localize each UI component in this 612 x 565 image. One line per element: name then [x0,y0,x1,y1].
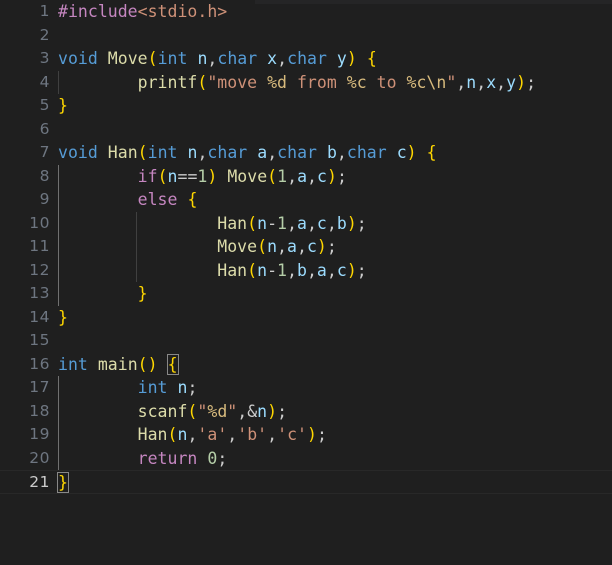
line-number: 13 [29,284,50,302]
line-content: return 0; [137,448,228,468]
line-number: 9 [39,190,50,208]
line-content: Han(n-1,a,c,b); [217,213,367,233]
line-content: else { [137,190,198,209]
line-content: } [58,307,68,327]
code-line[interactable]: 7 void Han(int n,char a,char b,char c) { [0,141,612,165]
line-number: 15 [29,331,50,349]
line-number: 6 [39,119,50,138]
code-line[interactable]: 8 if(n==1) Move(1,a,c); [0,164,612,188]
code-line[interactable]: 11 Move(n,a,c); [0,235,612,259]
line-number: 16 [29,354,50,373]
line-number: 7 [39,143,50,161]
line-content: } [58,96,68,115]
line-content: int n; [137,378,198,397]
line-number: 3 [39,49,50,67]
code-line-active[interactable]: 21 } [0,470,612,494]
code-line[interactable]: 5 } [0,94,612,118]
code-line[interactable]: 17 int n; [0,376,612,400]
line-content: Han(n,'a','b','c'); [137,425,327,444]
line-content: Han(n-1,b,a,c); [217,260,367,280]
code-line[interactable]: 19 Han(n,'a','b','c'); [0,423,612,447]
line-content: Move(n,a,c); [217,237,337,256]
line-content: if(n==1) Move(1,a,c); [137,166,347,186]
code-line[interactable]: 13 } [0,282,612,306]
code-line[interactable]: 6 [0,118,612,142]
line-number: 19 [29,425,50,443]
line-content: } [137,284,148,303]
line-number: 4 [39,72,50,91]
line-content: } [57,471,69,495]
line-content: printf("move %d from %c to %c\n",n,x,y); [137,72,537,92]
bracket-match-open: { [166,353,179,375]
line-number: 10 [29,213,50,232]
code-line[interactable]: 16 int main() { [0,353,612,377]
code-editor[interactable]: 1 #include<stdio.h> 2 3 void Move(int n,… [0,0,612,548]
code-line[interactable]: 20 return 0; [0,446,612,470]
code-line[interactable]: 4 printf("move %d from %c to %c\n",n,x,y… [0,70,612,94]
line-number: 20 [29,448,50,467]
line-content: void Han(int n,char a,char b,char c) { [58,143,437,162]
code-line[interactable]: 15 [0,329,612,353]
line-content: #include<stdio.h> [58,2,228,21]
line-content: int main() { [58,353,179,375]
code-line[interactable]: 1 #include<stdio.h> [0,0,612,24]
code-line[interactable]: 12 Han(n-1,b,a,c); [0,258,612,282]
line-number: 17 [29,378,50,396]
line-number: 1 [39,2,50,20]
code-line[interactable]: 18 scanf("%d",&n); [0,399,612,423]
code-line[interactable]: 2 [0,24,612,48]
code-line[interactable]: 9 else { [0,188,612,212]
line-number: 21 [29,473,50,491]
line-number: 18 [29,401,50,420]
line-number: 11 [29,237,50,255]
bracket-match-close: } [57,472,69,493]
line-content: void Move(int n,char x,char y) { [58,49,377,68]
line-number: 8 [39,166,50,185]
line-number: 5 [39,96,50,114]
line-number: 12 [29,260,50,279]
line-number: 2 [39,25,50,44]
code-line[interactable]: 3 void Move(int n,char x,char y) { [0,47,612,71]
line-number: 14 [29,307,50,326]
line-content: scanf("%d",&n); [137,401,288,421]
editor-lines[interactable]: 1 #include<stdio.h> 2 3 void Move(int n,… [0,0,612,494]
code-line[interactable]: 10 Han(n-1,a,c,b); [0,211,612,235]
code-line[interactable]: 14 } [0,306,612,330]
